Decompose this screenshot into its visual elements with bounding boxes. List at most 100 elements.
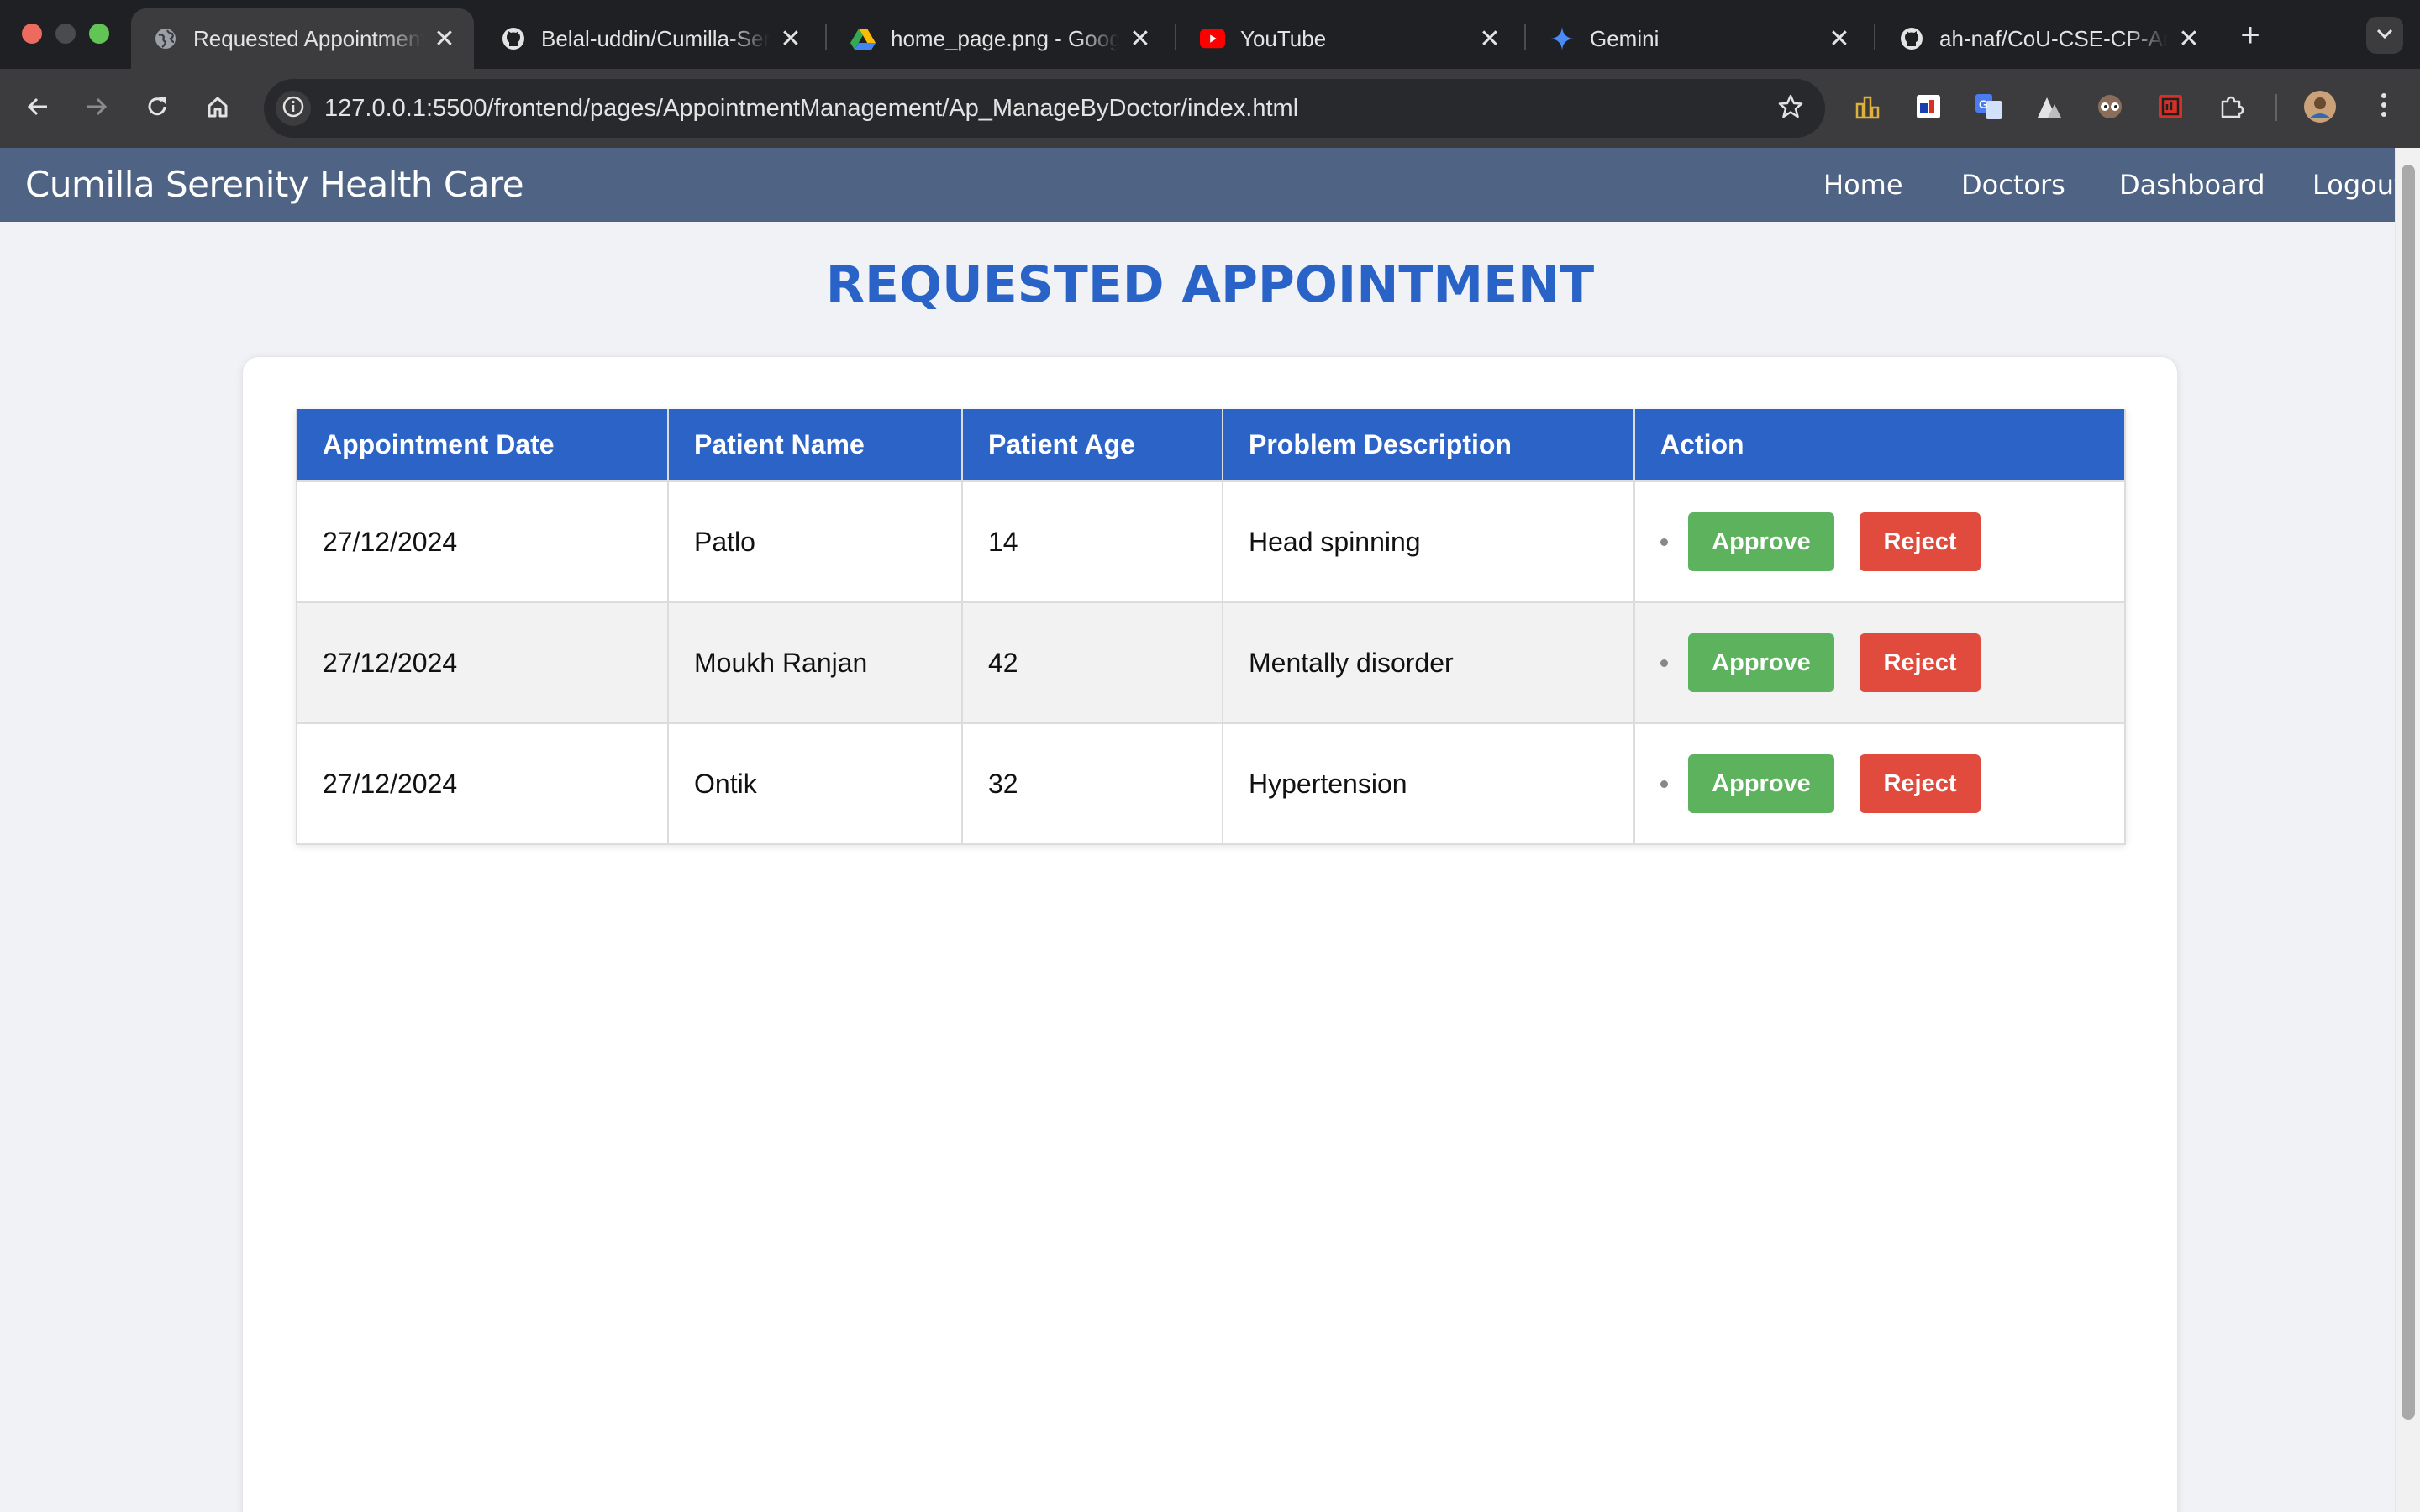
site-navbar: Cumilla Serenity Health Care Home Doctor… xyxy=(0,148,2395,222)
extension-chart-icon[interactable] xyxy=(1850,89,1886,124)
reject-button[interactable]: Reject xyxy=(1860,512,1981,571)
gemini-icon xyxy=(1549,26,1575,51)
chevron-down-icon xyxy=(2375,28,2394,44)
extension-pdf-icon[interactable] xyxy=(2153,89,2188,124)
reload-icon xyxy=(145,94,170,123)
nav-link-home[interactable]: Home xyxy=(1823,148,1903,222)
column-header: Appointment Date xyxy=(296,409,669,482)
appointment-date: 27/12/2024 xyxy=(296,480,669,603)
table-row: 27/12/2024 Ontik 32 Hypertension Approve… xyxy=(296,722,2126,845)
browser-tab[interactable]: YouTube ✕ xyxy=(1178,8,1519,69)
close-icon[interactable]: ✕ xyxy=(1128,25,1153,53)
page-viewport: Cumilla Serenity Health Care Home Doctor… xyxy=(0,148,2395,1512)
browser-tab[interactable]: Requested Appointment ✕ xyxy=(131,8,474,69)
globe-icon xyxy=(153,26,178,51)
column-header: Problem Description xyxy=(1222,409,1635,482)
arrow-right-icon xyxy=(84,94,109,123)
more-vertical-icon xyxy=(2380,92,2388,123)
home-icon xyxy=(205,94,230,123)
nav-link-logout[interactable]: Logout xyxy=(2312,148,2395,222)
close-icon[interactable]: ✕ xyxy=(432,25,457,53)
close-icon[interactable]: ✕ xyxy=(1477,25,1502,53)
appointment-date: 27/12/2024 xyxy=(296,601,669,724)
action-cell: Approve Reject xyxy=(1634,601,2126,724)
patient-age: 42 xyxy=(961,601,1223,724)
tab-divider xyxy=(1524,24,1526,50)
nav-link-doctors[interactable]: Doctors xyxy=(1961,148,2065,222)
site-brand[interactable]: Cumilla Serenity Health Care xyxy=(25,148,524,222)
window-maximize-button[interactable] xyxy=(89,24,109,44)
list-bullet xyxy=(1660,659,1668,667)
profile-avatar[interactable] xyxy=(2302,89,2338,124)
patient-age: 32 xyxy=(961,722,1223,845)
action-cell: Approve Reject xyxy=(1634,722,2126,845)
tab-divider xyxy=(825,24,827,50)
svg-text:G: G xyxy=(1979,97,1988,111)
extensions-puzzle-icon[interactable] xyxy=(2213,89,2249,124)
approve-button[interactable]: Approve xyxy=(1688,633,1834,692)
tab-search-button[interactable] xyxy=(2366,17,2403,54)
window-close-button[interactable] xyxy=(22,24,42,44)
page-scrollbar[interactable] xyxy=(2395,148,2420,1512)
extension-eyes-icon[interactable] xyxy=(2092,89,2128,124)
close-icon[interactable]: ✕ xyxy=(1827,25,1852,53)
tab-divider xyxy=(1175,24,1176,50)
url-text[interactable]: 127.0.0.1:5500/frontend/pages/Appointmen… xyxy=(324,79,1298,138)
extension-dictionary-icon[interactable] xyxy=(1911,89,1946,124)
scrollbar-thumb[interactable] xyxy=(2402,165,2415,1420)
github-icon xyxy=(501,26,526,51)
new-tab-button[interactable]: + xyxy=(2232,17,2269,54)
arrow-left-icon xyxy=(25,94,50,123)
forward-button[interactable] xyxy=(77,89,116,128)
browser-menu-button[interactable] xyxy=(2366,89,2402,124)
close-icon[interactable]: ✕ xyxy=(2176,25,2202,53)
column-header: Action xyxy=(1634,409,2126,482)
list-bullet xyxy=(1660,538,1668,546)
browser-tab[interactable]: home_page.png - Google Drive ✕ xyxy=(829,8,1170,69)
reject-button[interactable]: Reject xyxy=(1860,633,1981,692)
browser-tab[interactable]: Gemini ✕ xyxy=(1528,8,1869,69)
star-icon xyxy=(1777,93,1804,124)
browser-tab-strip: Requested Appointment ✕ Belal-uddin/Cumi… xyxy=(0,0,2420,69)
reload-button[interactable] xyxy=(138,89,176,128)
tab-title: Gemini xyxy=(1590,25,1660,51)
patient-name: Ontik xyxy=(667,722,963,845)
nav-link-dashboard[interactable]: Dashboard xyxy=(2119,148,2265,222)
appointments-card: Appointment Date Patient Name Patient Ag… xyxy=(242,356,2178,1512)
browser-tab[interactable]: Belal-uddin/Cumilla-Serenity ✕ xyxy=(479,8,820,69)
reject-button[interactable]: Reject xyxy=(1860,754,1981,813)
tab-title: ah-naf/CoU-CSE-CP-Archive xyxy=(1939,25,2168,51)
bookmark-button[interactable] xyxy=(1773,91,1808,126)
patient-name: Moukh Ranjan xyxy=(667,601,963,724)
appointment-date: 27/12/2024 xyxy=(296,722,669,845)
close-icon[interactable]: ✕ xyxy=(778,25,803,53)
window-minimize-button[interactable] xyxy=(55,24,76,44)
site-info-button[interactable] xyxy=(276,91,311,126)
extension-mountain-icon[interactable] xyxy=(2032,89,2067,124)
column-header: Patient Age xyxy=(961,409,1223,482)
tab-title: Requested Appointment xyxy=(193,25,424,51)
action-cell: Approve Reject xyxy=(1634,480,2126,603)
table-header-row: Appointment Date Patient Name Patient Ag… xyxy=(296,409,2126,482)
tab-title: YouTube xyxy=(1240,25,1327,51)
toolbar-divider xyxy=(2275,94,2277,121)
appointments-table: Appointment Date Patient Name Patient Ag… xyxy=(296,409,2126,845)
problem-description: Hypertension xyxy=(1222,722,1635,845)
google-drive-icon xyxy=(850,26,876,51)
address-bar[interactable]: 127.0.0.1:5500/frontend/pages/Appointmen… xyxy=(264,79,1825,138)
google-translate-icon[interactable]: G xyxy=(1971,89,2007,124)
column-header: Patient Name xyxy=(667,409,963,482)
approve-button[interactable]: Approve xyxy=(1688,754,1834,813)
patient-name: Patlo xyxy=(667,480,963,603)
browser-tab[interactable]: ah-naf/CoU-CSE-CP-Archive ✕ xyxy=(1877,8,2218,69)
back-button[interactable] xyxy=(18,89,57,128)
tab-divider xyxy=(1874,24,1876,50)
github-icon xyxy=(1899,26,1924,51)
problem-description: Head spinning xyxy=(1222,480,1635,603)
youtube-icon xyxy=(1200,26,1225,51)
table-row: 27/12/2024 Patlo 14 Head spinning Approv… xyxy=(296,480,2126,603)
tab-title: Belal-uddin/Cumilla-Serenity xyxy=(541,25,770,51)
home-button[interactable] xyxy=(198,89,237,128)
approve-button[interactable]: Approve xyxy=(1688,512,1834,571)
tab-title: home_page.png - Google Drive xyxy=(891,25,1119,51)
